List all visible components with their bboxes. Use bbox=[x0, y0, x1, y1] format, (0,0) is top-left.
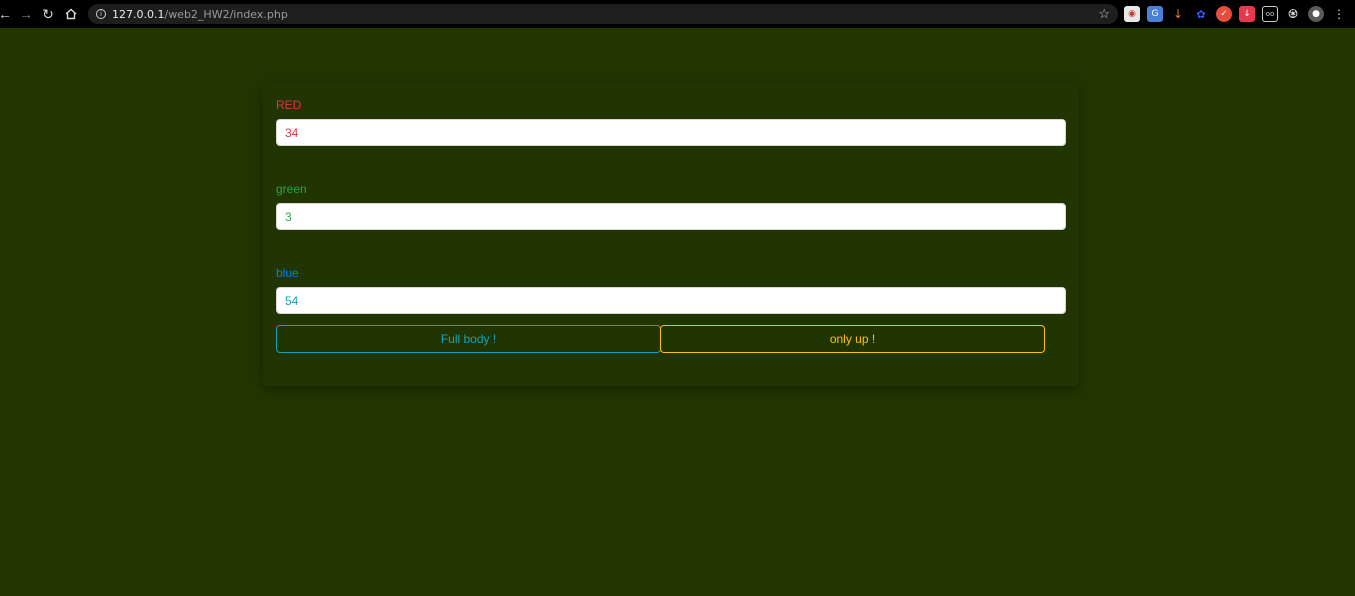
red-label: RED bbox=[276, 98, 302, 112]
reload-icon[interactable]: ↻ bbox=[37, 3, 59, 25]
extension-cat-icon[interactable]: ◉ bbox=[1124, 6, 1140, 22]
address-bar[interactable]: i 127.0.0.1/web2_HW2/index.php ☆ bbox=[88, 4, 1118, 24]
profile-icon[interactable]: ● bbox=[1308, 6, 1324, 22]
url-text: 127.0.0.1/web2_HW2/index.php bbox=[112, 8, 288, 21]
browser-toolbar: ← → ↻ i 127.0.0.1/web2_HW2/index.php ☆ ◉… bbox=[0, 0, 1355, 28]
puzzle-icon[interactable]: ♼ bbox=[1285, 6, 1301, 22]
full-body-button[interactable]: Full body ! bbox=[276, 325, 661, 353]
star-icon[interactable]: ☆ bbox=[1098, 6, 1110, 22]
only-up-button[interactable]: only up ! bbox=[660, 325, 1045, 353]
blue-label: blue bbox=[276, 266, 299, 280]
extensions-bar: ◉ G ↓ ✿ ✓ ↓ oo ♼ ● ⋮ bbox=[1124, 0, 1347, 28]
red-input[interactable]: 34 bbox=[276, 119, 1066, 146]
extension-download-icon[interactable]: ↓ bbox=[1170, 6, 1186, 22]
url-path: /web2_HW2/index.php bbox=[164, 7, 288, 21]
extension-blue-icon[interactable]: ✿ bbox=[1193, 6, 1209, 22]
green-input[interactable]: 3 bbox=[276, 203, 1066, 230]
green-label: green bbox=[276, 182, 307, 196]
extension-translate-icon[interactable]: G bbox=[1147, 6, 1163, 22]
arrow-left-icon[interactable]: ← bbox=[0, 3, 16, 25]
url-host: 127.0.0.1 bbox=[112, 7, 165, 21]
info-icon[interactable]: i bbox=[96, 9, 106, 19]
extension-pdf-icon[interactable]: ↓ bbox=[1239, 6, 1255, 22]
kebab-menu-icon[interactable]: ⋮ bbox=[1331, 6, 1347, 22]
extension-box-icon[interactable]: oo bbox=[1262, 6, 1278, 22]
arrow-right-icon[interactable]: → bbox=[15, 3, 37, 25]
home-icon[interactable] bbox=[60, 3, 82, 25]
extension-red-circle-icon[interactable]: ✓ bbox=[1216, 6, 1232, 22]
blue-input[interactable]: 54 bbox=[276, 287, 1066, 314]
